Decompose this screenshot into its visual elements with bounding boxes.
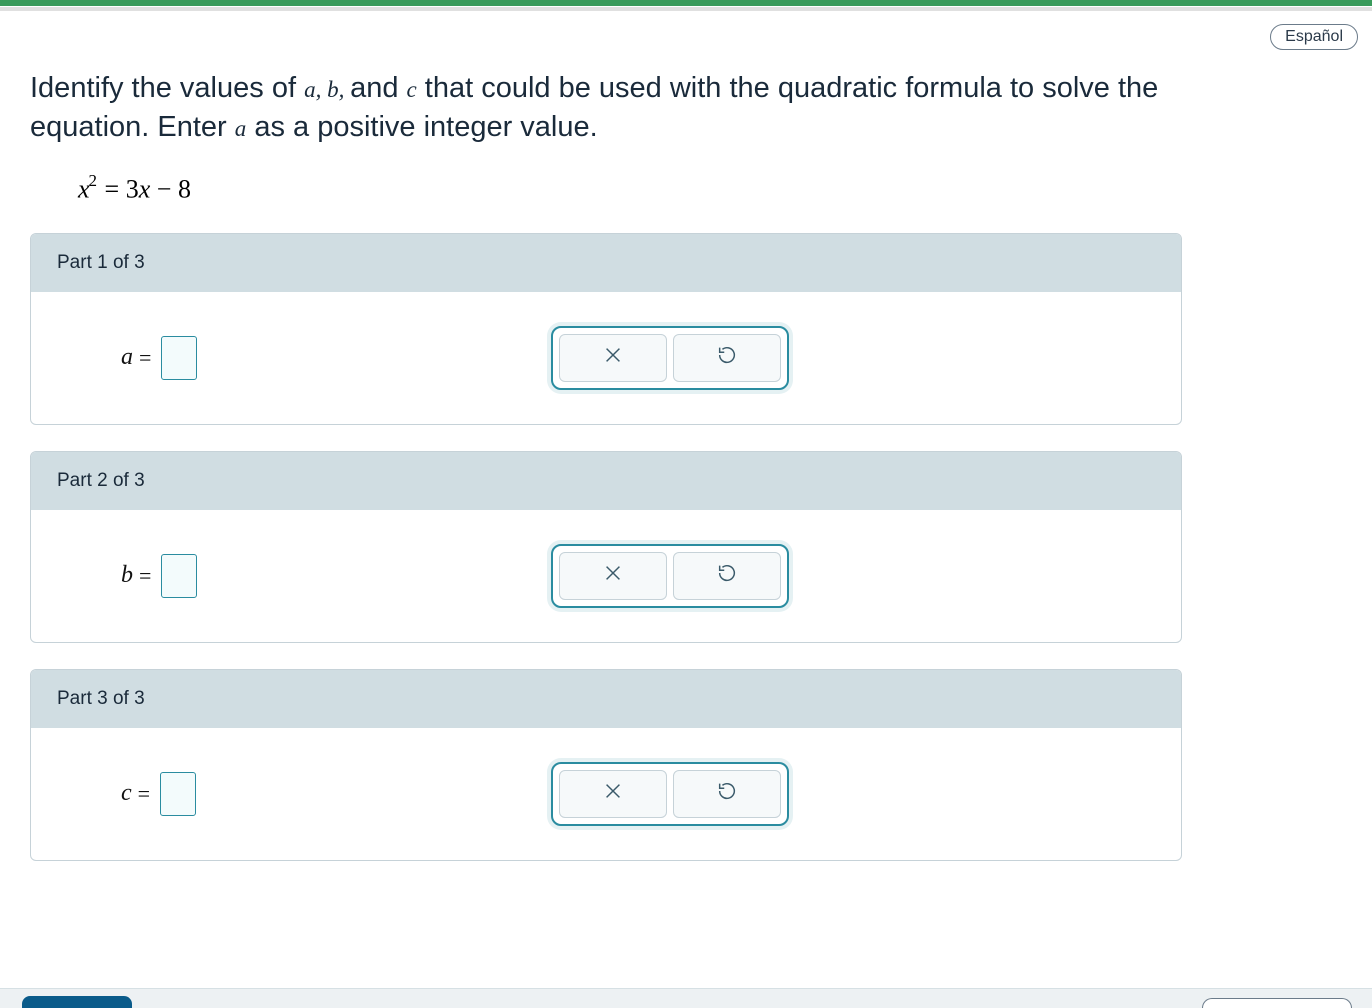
clear-button-2[interactable]: [559, 552, 667, 600]
part-body-1: a =: [31, 292, 1181, 424]
answer-input-c[interactable]: [160, 772, 196, 816]
equals-b: =: [139, 563, 151, 589]
prompt-var-c: c: [407, 77, 417, 102]
answer-row-a: a =: [121, 336, 551, 380]
part-header-2: Part 2 of 3: [31, 452, 1181, 510]
reset-button-2[interactable]: [673, 552, 781, 600]
language-label: Español: [1285, 28, 1343, 45]
x-icon: [602, 780, 624, 807]
clear-button-1[interactable]: [559, 334, 667, 382]
prompt-seg1: Identify the values of: [30, 72, 304, 104]
var-label-b: b: [121, 562, 133, 589]
content-area: Identify the values of a, b, and c that …: [0, 11, 1372, 861]
tool-panel-3: [551, 762, 789, 826]
prompt-var-b: b: [327, 77, 339, 102]
equals-c: =: [138, 781, 150, 807]
tutorial-button-stub[interactable]: [1202, 998, 1352, 1008]
part-header-3: Part 3 of 3: [31, 670, 1181, 728]
eq-lhs-var: x: [78, 175, 90, 204]
eq-rhs-var: x: [139, 175, 151, 204]
answer-input-b[interactable]: [161, 554, 197, 598]
eq-rhs-op: −: [150, 175, 178, 204]
part-body-2: b =: [31, 510, 1181, 642]
eq-rhs-const: 8: [178, 175, 191, 204]
prompt-var-a2: a: [235, 116, 247, 141]
reset-button-1[interactable]: [673, 334, 781, 382]
accent-bar: [0, 0, 1372, 6]
undo-icon: [716, 780, 738, 807]
answer-row-c: c =: [121, 772, 551, 816]
x-icon: [602, 562, 624, 589]
tool-panel-2: [551, 544, 789, 608]
tool-panel-1: [551, 326, 789, 390]
question-prompt: Identify the values of a, b, and c that …: [30, 69, 1190, 147]
part-card-1: Part 1 of 3 a =: [30, 233, 1182, 425]
prompt-seg2: and: [350, 72, 406, 104]
undo-icon: [716, 562, 738, 589]
reset-button-3[interactable]: [673, 770, 781, 818]
prompt-comma2: ,: [339, 77, 351, 102]
footer-bar: [0, 988, 1372, 1008]
undo-icon: [716, 344, 738, 371]
eq-rhs-coeff: 3: [126, 175, 139, 204]
part-card-2: Part 2 of 3 b =: [30, 451, 1182, 643]
part-header-1: Part 1 of 3: [31, 234, 1181, 292]
eq-lhs-exp: 2: [89, 171, 98, 190]
part-card-3: Part 3 of 3 c =: [30, 669, 1182, 861]
equation-display: x2 = 3x − 8: [78, 173, 1342, 205]
clear-button-3[interactable]: [559, 770, 667, 818]
var-label-c: c: [121, 780, 132, 807]
answer-row-b: b =: [121, 554, 551, 598]
language-button[interactable]: Español: [1270, 24, 1358, 50]
prompt-comma1: ,: [316, 77, 328, 102]
prompt-seg4: as a positive integer value.: [246, 111, 597, 143]
eq-equals: =: [98, 175, 126, 204]
part-body-3: c =: [31, 728, 1181, 860]
var-label-a: a: [121, 344, 133, 371]
equals-a: =: [139, 345, 151, 371]
prompt-var-a: a: [304, 77, 316, 102]
answer-input-a[interactable]: [161, 336, 197, 380]
submit-button-stub[interactable]: [22, 996, 132, 1008]
x-icon: [602, 344, 624, 371]
